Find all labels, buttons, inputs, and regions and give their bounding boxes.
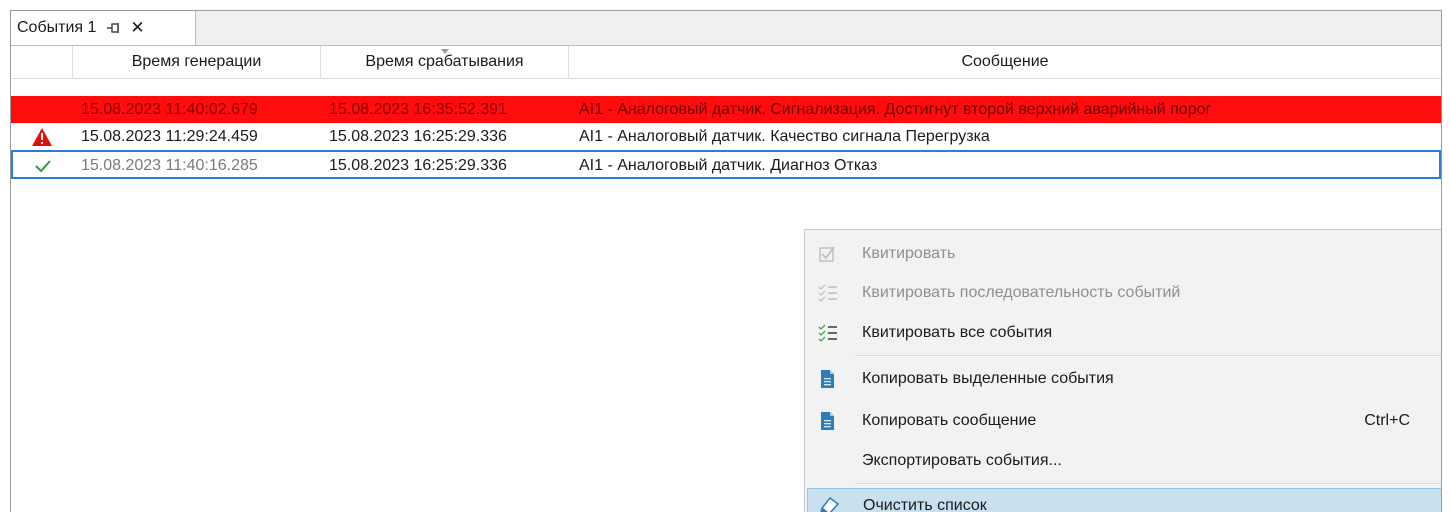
table-header: Время генерации Время срабатывания Сообщ… xyxy=(11,46,1441,79)
copy-document-icon xyxy=(817,369,839,389)
context-menu: Квитировать Квитировать последовательнос… xyxy=(804,229,1441,512)
check-icon xyxy=(35,159,51,172)
sort-descending-icon xyxy=(440,49,449,54)
header-icon-column[interactable] xyxy=(11,46,73,78)
header-gen-time[interactable]: Время генерации xyxy=(73,46,321,78)
row-icon-cell xyxy=(11,123,73,150)
tab-title: События 1 xyxy=(17,19,97,36)
row-trig-time: 15.08.2023 16:25:29.336 xyxy=(329,156,507,174)
menu-item-copy-selected[interactable]: Копировать выделенные события xyxy=(805,360,1441,398)
row-message: AI1 - Аналоговый датчик. Сигнализация. Д… xyxy=(579,100,1212,118)
table-row[interactable]: 15.08.2023 11:29:24.459 15.08.2023 16:25… xyxy=(11,123,1441,150)
acknowledge-check-icon xyxy=(817,244,839,264)
header-trig-time[interactable]: Время срабатывания xyxy=(321,46,569,78)
row-gen-time: 15.08.2023 11:40:16.285 xyxy=(81,156,258,174)
menu-item-acknowledge[interactable]: Квитировать xyxy=(805,235,1441,273)
menu-item-label: Квитировать xyxy=(862,245,956,262)
menu-item-label: Очистить список xyxy=(863,497,987,512)
row-message: AI1 - Аналоговый датчик. Диагноз Отказ xyxy=(579,156,878,174)
header-trig-time-label: Время срабатывания xyxy=(365,53,524,70)
menu-item-acknowledge-all[interactable]: Квитировать все события xyxy=(805,314,1441,352)
menu-item-clear-list[interactable]: Очистить список xyxy=(807,488,1441,512)
menu-item-acknowledge-sequence[interactable]: Квитировать последовательность событий xyxy=(805,274,1441,312)
eraser-icon xyxy=(818,496,840,512)
row-trig-time: 15.08.2023 16:25:29.336 xyxy=(329,127,507,145)
header-message-label: Сообщение xyxy=(961,53,1049,70)
copy-document-icon xyxy=(817,411,839,431)
menu-separator xyxy=(855,355,1441,356)
menu-item-export[interactable]: Экспортировать события... xyxy=(805,442,1441,480)
row-message: AI1 - Аналоговый датчик. Качество сигнал… xyxy=(579,127,990,145)
row-icon-cell xyxy=(11,96,73,123)
menu-item-label: Копировать сообщение xyxy=(862,412,1037,429)
warning-triangle-icon xyxy=(32,127,52,146)
header-gen-time-label: Время генерации xyxy=(131,53,262,70)
tab-events-1[interactable]: События 1 ✕ xyxy=(11,11,196,45)
menu-item-label: Экспортировать события... xyxy=(862,452,1062,469)
menu-item-label: Квитировать последовательность событий xyxy=(862,284,1181,301)
table-row[interactable]: 15.08.2023 11:40:02.679 15.08.2023 16:35… xyxy=(11,96,1441,123)
menu-item-label: Квитировать все события xyxy=(862,324,1053,341)
menu-item-copy-message[interactable]: Копировать сообщение Ctrl+C xyxy=(805,402,1441,440)
acknowledge-all-icon xyxy=(817,323,839,343)
menu-separator xyxy=(855,483,1441,484)
tab-strip: События 1 ✕ xyxy=(11,11,1441,46)
row-trig-time: 15.08.2023 16:35:52.391 xyxy=(329,100,507,118)
events-window: События 1 ✕ Время генерации Время срабат… xyxy=(10,10,1442,512)
row-gen-time: 15.08.2023 11:40:02.679 xyxy=(81,100,258,118)
menu-item-shortcut: Ctrl+C xyxy=(1364,412,1410,429)
row-gen-time: 15.08.2023 11:29:24.459 xyxy=(81,127,258,145)
header-message[interactable]: Сообщение xyxy=(569,46,1441,78)
menu-item-label: Копировать выделенные события xyxy=(862,370,1114,387)
acknowledge-list-icon xyxy=(817,283,839,303)
table-row-selected[interactable]: 15.08.2023 11:40:16.285 15.08.2023 16:25… xyxy=(11,150,1441,179)
pin-icon[interactable] xyxy=(106,20,122,36)
close-icon[interactable]: ✕ xyxy=(130,19,144,36)
row-icon-cell xyxy=(13,152,73,179)
